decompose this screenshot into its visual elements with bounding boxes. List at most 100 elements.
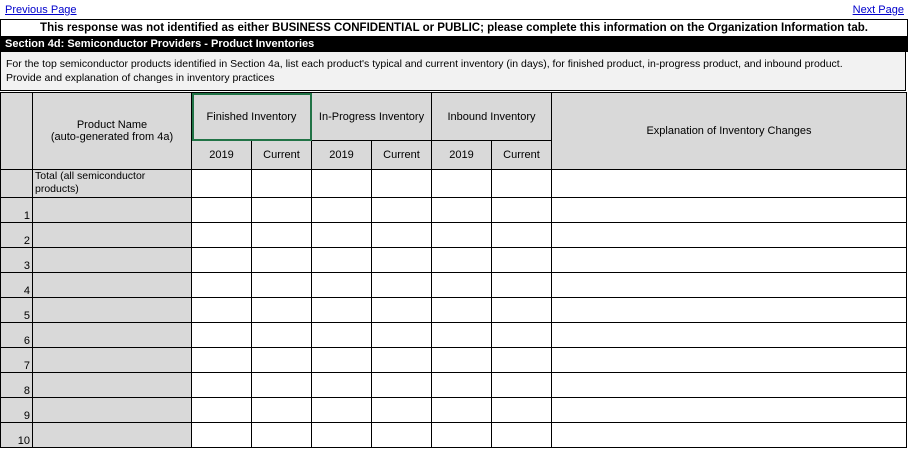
instructions-line-1: For the top semiconductor products ident… <box>6 58 843 70</box>
finished-2019-cell[interactable] <box>191 422 252 448</box>
explanation-cell[interactable] <box>551 222 907 248</box>
finished-current-cell[interactable] <box>251 222 312 248</box>
finished-inventory-header[interactable]: Finished Inventory <box>191 92 312 141</box>
inbound-current-cell[interactable] <box>491 222 552 248</box>
in-progress-current-cell[interactable] <box>371 222 432 248</box>
finished-current-cell[interactable] <box>251 322 312 348</box>
finished-2019-cell[interactable] <box>191 347 252 373</box>
in-progress-current-cell[interactable] <box>371 322 432 348</box>
inbound-2019-cell[interactable] <box>431 222 492 248</box>
explanation-cell[interactable] <box>551 247 907 273</box>
next-page-link[interactable]: Next Page <box>853 4 904 16</box>
in-progress-2019-cell[interactable] <box>311 397 372 423</box>
total-in-progress-2019-cell[interactable] <box>311 169 372 198</box>
finished-2019-cell[interactable] <box>191 247 252 273</box>
inventory-table: Product Name (auto-generated from 4a) Fi… <box>0 92 907 448</box>
inbound-current-cell[interactable] <box>491 322 552 348</box>
inbound-2019-cell[interactable] <box>431 297 492 323</box>
in-progress-2019-cell[interactable] <box>311 272 372 298</box>
finished-2019-cell[interactable] <box>191 272 252 298</box>
finished-current-cell[interactable] <box>251 297 312 323</box>
inbound-current-cell[interactable] <box>491 347 552 373</box>
inbound-current-cell[interactable] <box>491 247 552 273</box>
inbound-2019-cell[interactable] <box>431 372 492 398</box>
finished-current-cell[interactable] <box>251 397 312 423</box>
section-title: Section 4d: Semiconductor Providers - Pr… <box>5 38 315 50</box>
total-in-progress-current-cell[interactable] <box>371 169 432 198</box>
inbound-2019-cell[interactable] <box>431 422 492 448</box>
inbound-current-cell[interactable] <box>491 372 552 398</box>
in-progress-current-cell[interactable] <box>371 347 432 373</box>
inbound-2019-cell[interactable] <box>431 247 492 273</box>
in-progress-2019-cell[interactable] <box>311 322 372 348</box>
explanation-cell[interactable] <box>551 397 907 423</box>
in-progress-2019-cell[interactable] <box>311 347 372 373</box>
finished-current-cell[interactable] <box>251 422 312 448</box>
finished-2019-cell[interactable] <box>191 322 252 348</box>
row-number-header <box>0 92 33 170</box>
row-number: 9 <box>0 397 33 423</box>
in-progress-2019-cell[interactable] <box>311 247 372 273</box>
explanation-cell[interactable] <box>551 422 907 448</box>
finished-2019-cell[interactable] <box>191 297 252 323</box>
total-finished-current-cell[interactable] <box>251 169 312 198</box>
instructions-line-2: Provide and explanation of changes in in… <box>6 72 275 84</box>
confidentiality-notice: This response was not identified as eith… <box>0 19 908 37</box>
product-name-cell <box>32 197 192 223</box>
table-row: 6 <box>0 322 907 348</box>
finished-2019-cell[interactable] <box>191 222 252 248</box>
finished-current-cell[interactable] <box>251 247 312 273</box>
total-inbound-current-cell[interactable] <box>491 169 552 198</box>
finished-current-cell[interactable] <box>251 372 312 398</box>
inbound-current-cell[interactable] <box>491 397 552 423</box>
in-progress-current-cell[interactable] <box>371 372 432 398</box>
in-progress-current-cell[interactable] <box>371 197 432 223</box>
total-finished-2019-cell[interactable] <box>191 169 252 198</box>
in-progress-2019-cell[interactable] <box>311 422 372 448</box>
row-number: 7 <box>0 347 33 373</box>
inbound-2019-cell[interactable] <box>431 197 492 223</box>
inbound-2019-cell[interactable] <box>431 322 492 348</box>
product-name-cell <box>32 297 192 323</box>
in-progress-current-cell[interactable] <box>371 397 432 423</box>
in-progress-current-cell[interactable] <box>371 422 432 448</box>
product-name-cell <box>32 372 192 398</box>
product-name-header-note: (auto-generated from 4a) <box>50 131 174 143</box>
total-explanation-cell[interactable] <box>551 169 907 198</box>
finished-2019-cell[interactable] <box>191 197 252 223</box>
inbound-2019-cell[interactable] <box>431 347 492 373</box>
explanation-cell[interactable] <box>551 272 907 298</box>
finished-current-cell[interactable] <box>251 197 312 223</box>
navigation-row: Previous Page Next Page <box>0 0 908 18</box>
table-row: 5 <box>0 297 907 323</box>
finished-current-cell[interactable] <box>251 272 312 298</box>
inbound-current-cell[interactable] <box>491 297 552 323</box>
product-name-cell <box>32 272 192 298</box>
product-name-cell <box>32 397 192 423</box>
in-progress-2019-cell[interactable] <box>311 372 372 398</box>
table-row: 4 <box>0 272 907 298</box>
row-number: 1 <box>0 197 33 223</box>
explanation-cell[interactable] <box>551 322 907 348</box>
in-progress-2019-cell[interactable] <box>311 222 372 248</box>
in-progress-2019-cell[interactable] <box>311 297 372 323</box>
inbound-current-cell[interactable] <box>491 197 552 223</box>
in-progress-current-cell[interactable] <box>371 272 432 298</box>
inbound-2019-cell[interactable] <box>431 272 492 298</box>
total-inbound-2019-cell[interactable] <box>431 169 492 198</box>
explanation-cell[interactable] <box>551 197 907 223</box>
finished-2019-cell[interactable] <box>191 397 252 423</box>
finished-current-cell[interactable] <box>251 347 312 373</box>
explanation-cell[interactable] <box>551 297 907 323</box>
inbound-current-cell[interactable] <box>491 272 552 298</box>
explanation-cell[interactable] <box>551 347 907 373</box>
in-progress-current-cell[interactable] <box>371 297 432 323</box>
in-progress-2019-cell[interactable] <box>311 197 372 223</box>
in-progress-current-cell[interactable] <box>371 247 432 273</box>
table-row: 10 <box>0 422 907 448</box>
explanation-cell[interactable] <box>551 372 907 398</box>
inbound-current-cell[interactable] <box>491 422 552 448</box>
previous-page-link[interactable]: Previous Page <box>5 4 77 16</box>
inbound-2019-cell[interactable] <box>431 397 492 423</box>
finished-2019-cell[interactable] <box>191 372 252 398</box>
